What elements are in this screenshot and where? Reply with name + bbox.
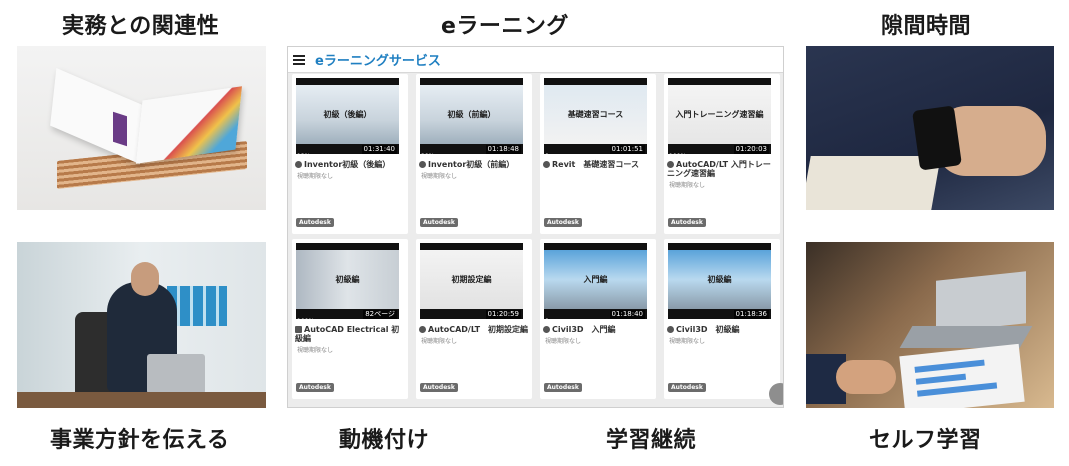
brochure-photo bbox=[17, 46, 266, 210]
course-card[interactable]: 入門編 01:18:40 0 Civil3D 入門編視聴期限なし Autodesk bbox=[540, 239, 656, 399]
caption-self-learning: セルフ学習 bbox=[869, 428, 982, 453]
panel-header: eラーニングサービス bbox=[288, 47, 783, 73]
course-thumbnail[interactable]: 初級編 01:18:36 bbox=[668, 243, 771, 319]
course-thumbnail[interactable]: 基礎速習コース 01:01:51 0 bbox=[544, 78, 647, 154]
progress-percent: 12% bbox=[297, 153, 310, 154]
course-title[interactable]: Inventor初級（後編） bbox=[295, 160, 405, 169]
viewing-period: 視聴期限なし bbox=[669, 338, 706, 345]
hamburger-menu-icon[interactable] bbox=[293, 54, 305, 65]
caption-continuous-learning: 学習継続 bbox=[606, 428, 697, 453]
businessman-photo bbox=[17, 242, 266, 408]
thumbnail-image: 初期設定編 bbox=[420, 250, 523, 309]
progress-percent: 100% bbox=[669, 153, 686, 154]
duration-label: 01:01:51 bbox=[609, 145, 645, 154]
play-icon bbox=[667, 326, 674, 333]
viewing-period: 視聴期限なし bbox=[545, 338, 582, 345]
caption-elearning: eラーニング bbox=[441, 14, 569, 39]
course-card[interactable]: 初級（後編） 01:31:40 12% Inventor初級（後編） 視聴期限なし Aut… bbox=[292, 74, 408, 234]
vendor-badge: Autodesk bbox=[420, 218, 458, 227]
duration-label: 01:31:40 bbox=[361, 145, 397, 154]
course-title[interactable]: AutoCAD/LT 入門トレーニング速習編 bbox=[667, 160, 777, 178]
course-card[interactable]: 入門トレーニング速習編 01:20:03 100% AutoCAD/LT 入門トレーニ… bbox=[664, 74, 780, 234]
thumbnail-label: 初級編 bbox=[335, 275, 360, 284]
thumbnail-image: 初級編 bbox=[296, 250, 399, 309]
course-title[interactable]: AutoCAD Electrical 初級編 bbox=[295, 325, 405, 343]
progress-percent: 0 bbox=[545, 153, 549, 154]
viewing-period: 視聴期限なし bbox=[421, 338, 458, 345]
play-icon bbox=[543, 326, 550, 333]
thumbnail-label: 初級（後編） bbox=[323, 110, 372, 119]
caption-communicate-policy: 事業方針を伝える bbox=[50, 428, 230, 453]
thumbnail-image: 基礎速習コース bbox=[544, 85, 647, 144]
vendor-badge: Autodesk bbox=[544, 383, 582, 392]
thumbnail-label: 入門トレーニング速習編 bbox=[675, 110, 764, 119]
course-card[interactable]: 初級編 82ページ 100% AutoCAD Electrical 初級編視聴期限なし… bbox=[292, 239, 408, 399]
thumbnail-label: 入門編 bbox=[583, 275, 608, 284]
thumbnail-image: 初級（前編） bbox=[420, 85, 523, 144]
elearning-panel: eラーニングサービス 初級（後編） 01:31:40 12% Inventor初級（後… bbox=[287, 46, 784, 408]
course-title[interactable]: Revit 基礎速習コース bbox=[543, 160, 653, 169]
chat-button[interactable] bbox=[769, 383, 783, 405]
course-thumbnail[interactable]: 初級（前編） 01:18:48 29% bbox=[420, 78, 523, 154]
progress-percent: 100% bbox=[297, 318, 314, 319]
thumbnail-label: 初級編 bbox=[707, 275, 732, 284]
vendor-badge: Autodesk bbox=[668, 383, 706, 392]
course-card[interactable]: 初級（前編） 01:18:48 29% Inventor初級（前編） 視聴期限なし Aut… bbox=[416, 74, 532, 234]
thumbnail-image: 入門トレーニング速習編 bbox=[668, 85, 771, 144]
course-thumbnail[interactable]: 入門トレーニング速習編 01:20:03 100% bbox=[668, 78, 771, 154]
duration-label: 01:18:36 bbox=[733, 310, 769, 319]
thumbnail-label: 基礎速習コース bbox=[567, 110, 624, 119]
course-title[interactable]: Civil3D 初級編 bbox=[667, 325, 777, 334]
viewing-period: 視聴期限なし bbox=[421, 173, 458, 180]
play-icon bbox=[543, 161, 550, 168]
caption-motivation: 動機付け bbox=[339, 428, 430, 453]
duration-label: 01:20:59 bbox=[485, 310, 521, 319]
play-icon bbox=[667, 161, 674, 168]
smartphone-photo bbox=[806, 46, 1054, 210]
progress-percent: 0 bbox=[545, 318, 549, 319]
panel-title: eラーニングサービス bbox=[315, 54, 441, 69]
play-icon bbox=[419, 326, 426, 333]
course-title[interactable]: AutoCAD/LT 初期設定編 bbox=[419, 325, 529, 334]
play-icon bbox=[419, 161, 426, 168]
document-icon bbox=[295, 326, 302, 333]
course-title[interactable]: Civil3D 入門編 bbox=[543, 325, 653, 334]
thumbnail-image: 初級編 bbox=[668, 250, 771, 309]
vendor-badge: Autodesk bbox=[544, 218, 582, 227]
progress-percent: 29% bbox=[421, 153, 434, 154]
play-icon bbox=[295, 161, 302, 168]
thumbnail-image: 入門編 bbox=[544, 250, 647, 309]
course-thumbnail[interactable]: 入門編 01:18:40 0 bbox=[544, 243, 647, 319]
thumbnail-label: 初級（前編） bbox=[447, 110, 496, 119]
course-card[interactable]: 基礎速習コース 01:01:51 0 Revit 基礎速習コース Autodesk bbox=[540, 74, 656, 234]
vendor-badge: Autodesk bbox=[668, 218, 706, 227]
laptop-work-photo bbox=[806, 242, 1054, 408]
course-thumbnail[interactable]: 初期設定編 01:20:59 bbox=[420, 243, 523, 319]
vendor-badge: Autodesk bbox=[296, 383, 334, 392]
duration-label: 01:20:03 bbox=[733, 145, 769, 154]
course-card[interactable]: 初期設定編 01:20:59 AutoCAD/LT 初期設定編 視聴期限なし Autod… bbox=[416, 239, 532, 399]
duration-label: 82ページ bbox=[363, 310, 397, 319]
caption-practical-relevance: 実務との関連性 bbox=[62, 14, 220, 39]
caption-spare-time: 隙間時間 bbox=[881, 14, 972, 39]
duration-label: 01:18:40 bbox=[609, 310, 645, 319]
course-thumbnail[interactable]: 初級（後編） 01:31:40 12% bbox=[296, 78, 399, 154]
duration-label: 01:18:48 bbox=[485, 145, 521, 154]
viewing-period: 視聴期限なし bbox=[297, 347, 334, 354]
viewing-period: 視聴期限なし bbox=[669, 182, 706, 189]
vendor-badge: Autodesk bbox=[420, 383, 458, 392]
course-thumbnail[interactable]: 初級編 82ページ 100% bbox=[296, 243, 399, 319]
course-title[interactable]: Inventor初級（前編） bbox=[419, 160, 529, 169]
thumbnail-label: 初期設定編 bbox=[451, 275, 492, 284]
viewing-period: 視聴期限なし bbox=[297, 173, 334, 180]
vendor-badge: Autodesk bbox=[296, 218, 334, 227]
course-card[interactable]: 初級編 01:18:36 Civil3D 初級編 視聴期限なし Autodesk bbox=[664, 239, 780, 399]
thumbnail-image: 初級（後編） bbox=[296, 85, 399, 144]
